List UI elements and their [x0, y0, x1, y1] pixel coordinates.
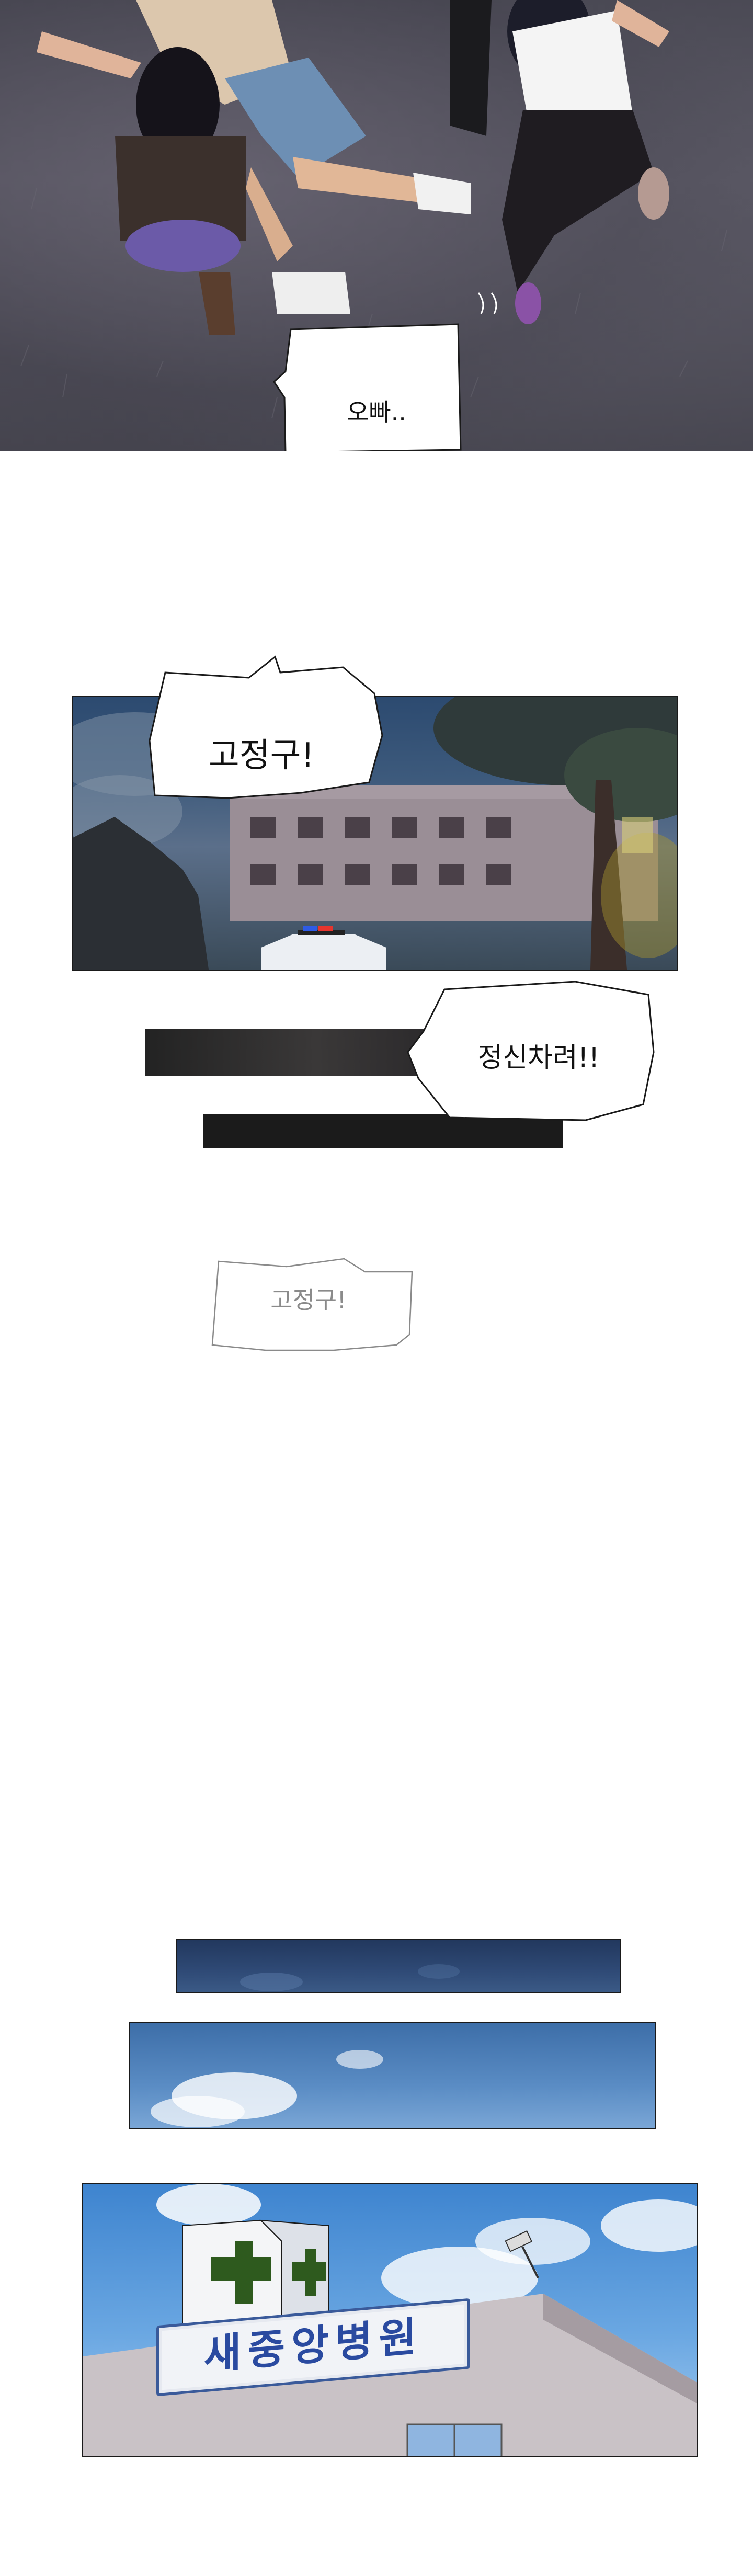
lying-man-figure	[37, 0, 471, 314]
shout-text-wake-up: 정신차려!!	[477, 1042, 600, 1074]
faint-text-gojeonggu: 고정구!	[270, 1286, 347, 1314]
speech-bubble-oppa	[273, 323, 462, 451]
motion-marks	[477, 292, 497, 314]
dark-strip-top	[145, 1029, 430, 1076]
police-light-icon	[303, 926, 317, 931]
shout-text-gojeonggu: 고정구!	[208, 736, 315, 775]
speech-text-oppa: 오빠..	[347, 398, 406, 426]
panel-hospital-day: 새중앙병원	[82, 2183, 698, 2457]
police-car	[261, 926, 386, 970]
sky-strip-dusk	[176, 1939, 621, 1993]
panel-grass-scene: 오빠..	[0, 0, 753, 451]
running-woman-figure	[450, 0, 669, 324]
sky-strip-day	[129, 2022, 656, 2129]
